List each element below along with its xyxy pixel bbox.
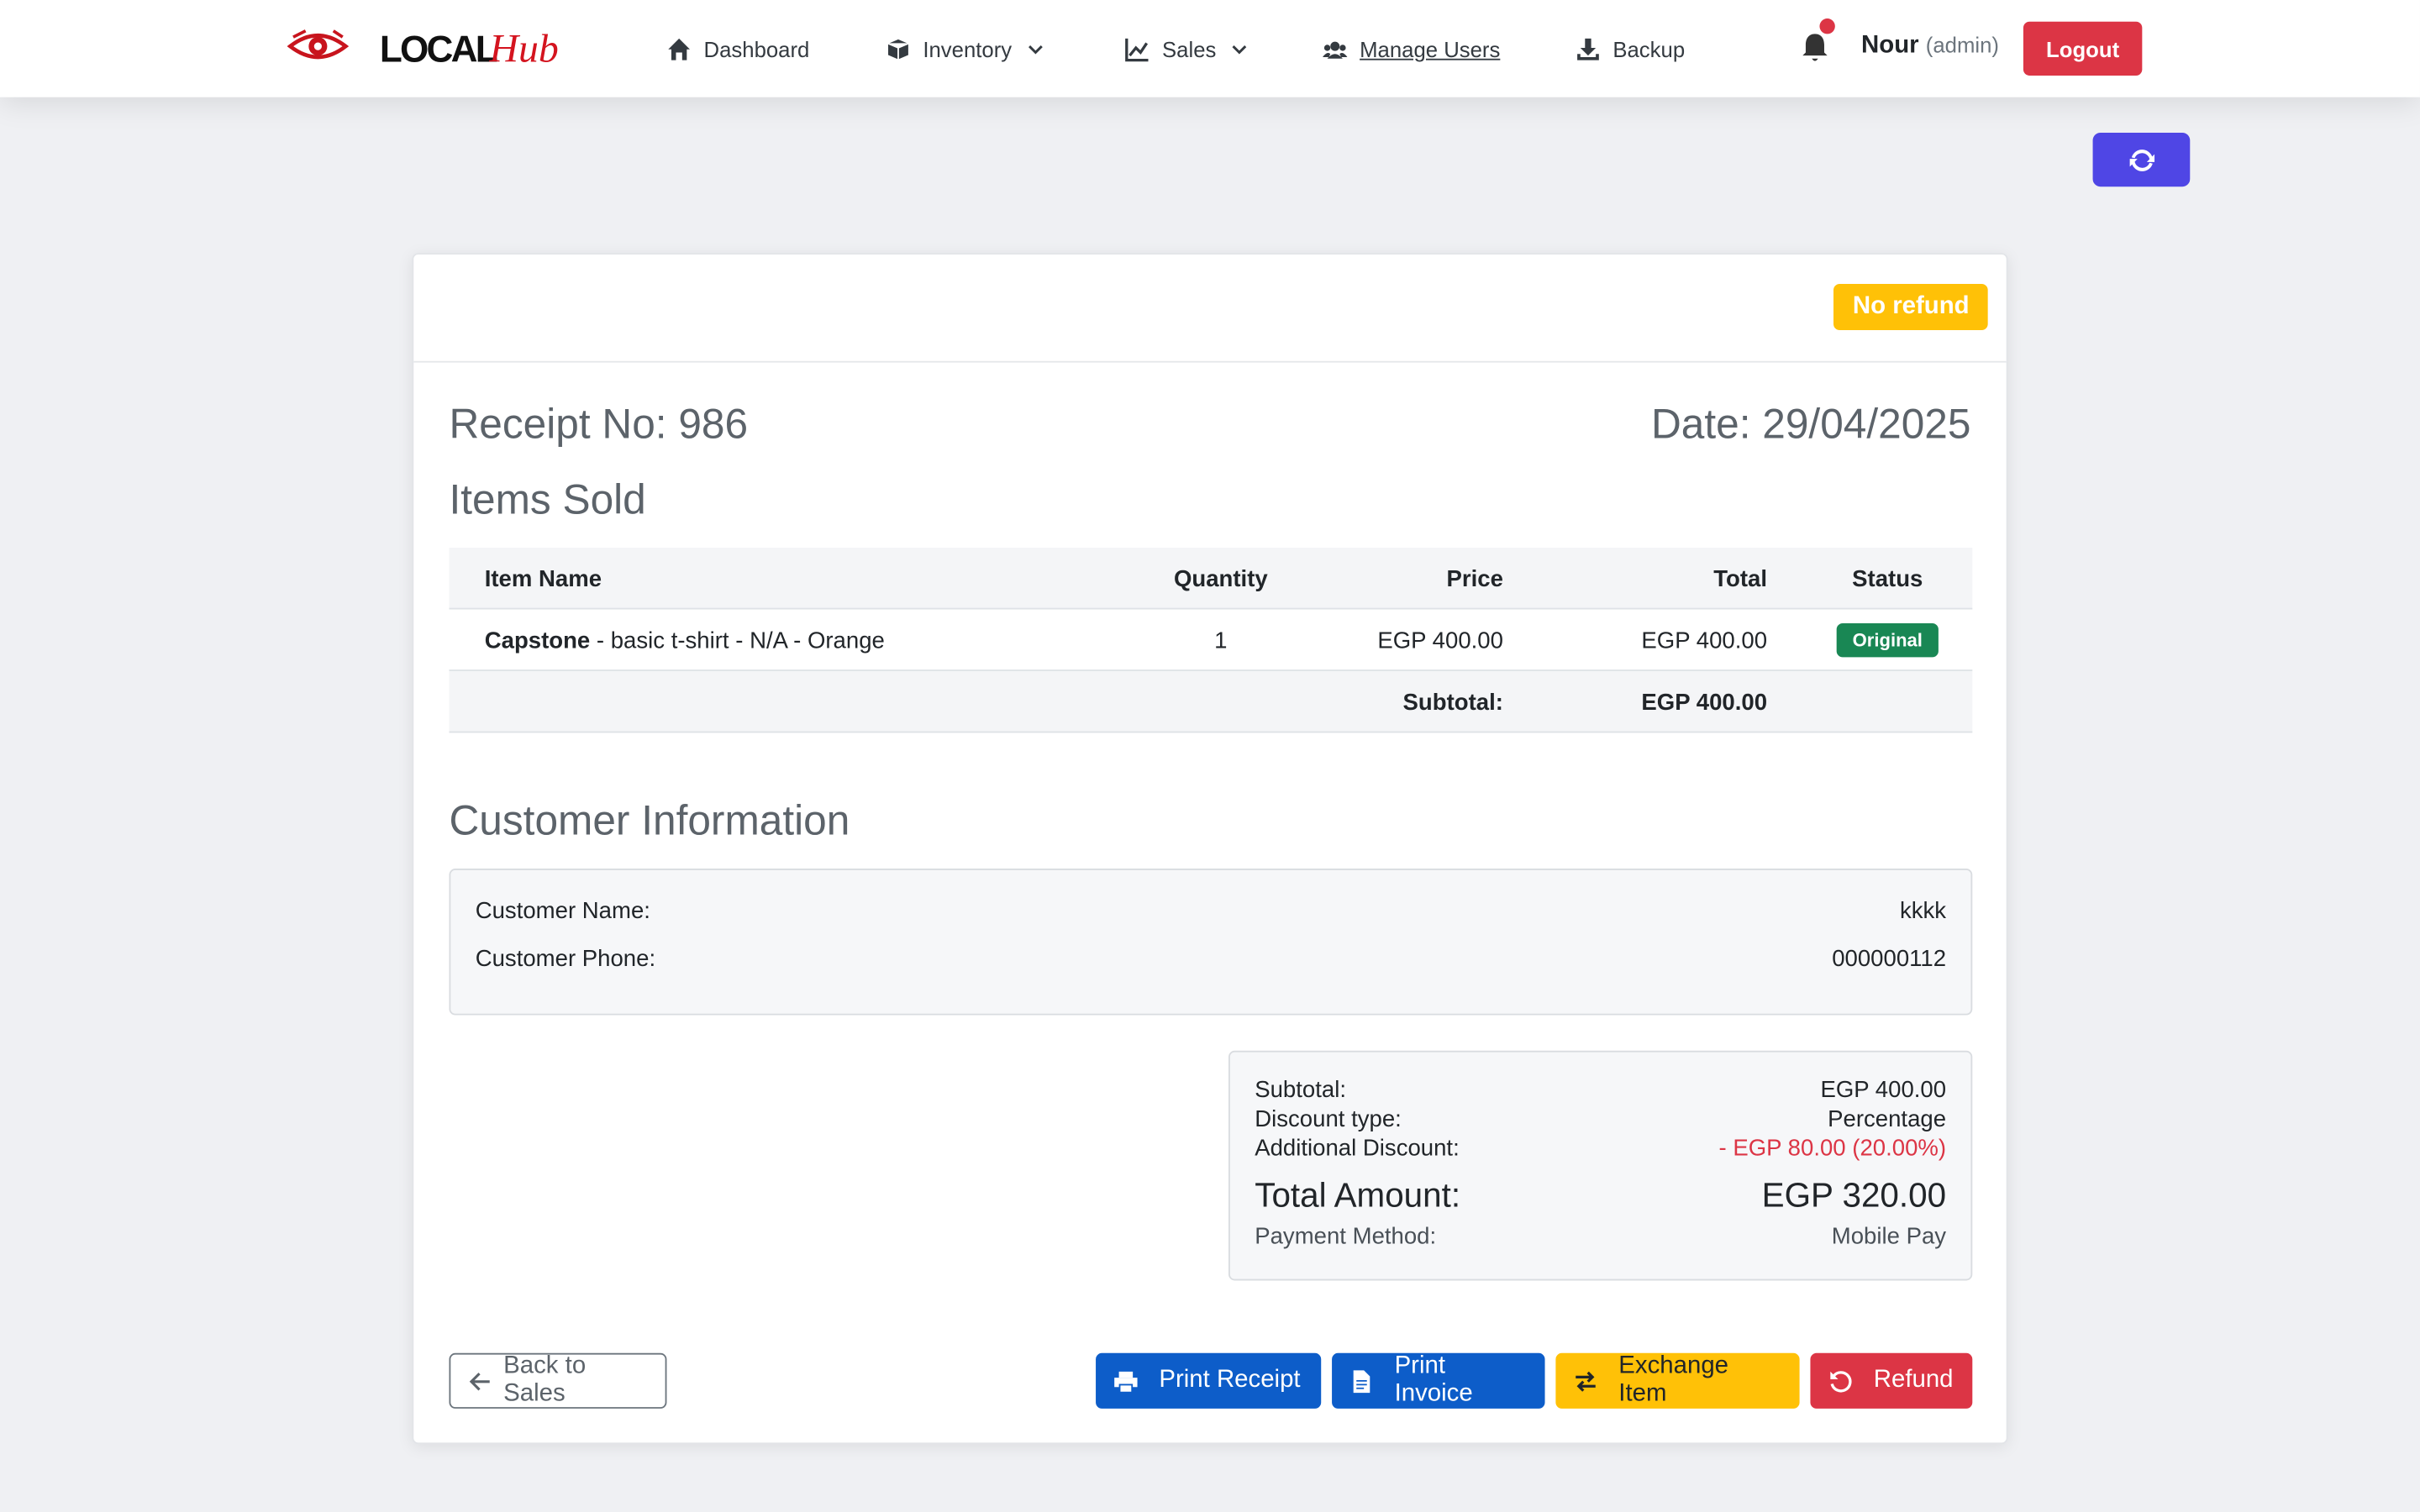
additional-discount-value: - EGP 80.00 (20.00%) — [1718, 1135, 1947, 1163]
print-receipt-button[interactable]: Print Receipt — [1096, 1352, 1322, 1409]
nav-sales-label: Sales — [1162, 37, 1217, 62]
receipt-number: Receipt No: 986 — [449, 401, 749, 448]
customer-name-row: Customer Name: kkkk — [476, 898, 1946, 924]
customer-phone-value: 000000112 — [1832, 945, 1947, 973]
receipt-date: Date: 29/04/2025 — [1650, 401, 1971, 448]
exchange-item-label: Exchange Item — [1618, 1352, 1729, 1408]
download-icon — [1577, 38, 1599, 60]
printer-icon — [1114, 1370, 1138, 1391]
boxes-icon — [886, 37, 910, 61]
discount-type-value: Percentage — [1828, 1105, 1947, 1133]
back-to-sales-button[interactable]: Back to Sales — [449, 1352, 667, 1409]
user-name: Nour — [1861, 32, 1919, 59]
user-role: (admin) — [1925, 32, 1999, 57]
refund-label: Refund — [1873, 1367, 1954, 1394]
col-price: Price — [1446, 565, 1503, 592]
col-status: Status — [1852, 565, 1923, 592]
back-to-sales-label: Back to Sales — [503, 1352, 587, 1408]
payment-method-value: Mobile Pay — [1831, 1223, 1947, 1250]
print-invoice-button[interactable]: Print Invoice — [1332, 1352, 1545, 1409]
exchange-item-button[interactable]: Exchange Item — [1555, 1352, 1800, 1409]
item-name-cell: Capstone - basic t-shirt - N/A - Orange — [485, 609, 885, 670]
summary-discount-row: Additional Discount: - EGP 80.00 (20.00%… — [1255, 1136, 1946, 1162]
eye-logo-icon — [287, 29, 350, 60]
nav-manage-users[interactable]: Manage Users — [1323, 34, 1500, 65]
card-header: No refund — [413, 255, 2007, 363]
nav-inventory-label: Inventory — [923, 37, 1013, 62]
customer-name-label: Customer Name: — [475, 897, 650, 925]
additional-discount-label: Additional Discount: — [1255, 1135, 1460, 1163]
item-quantity: 1 — [1214, 627, 1228, 654]
total-amount-label: Total Amount: — [1255, 1175, 1461, 1215]
discount-type-label: Discount type: — [1255, 1105, 1402, 1133]
nav-backup-label: Backup — [1612, 37, 1686, 62]
brand-logo[interactable]: LOCALHub — [287, 22, 559, 77]
refund-button[interactable]: Refund — [1810, 1352, 1973, 1409]
summary-total-row: Total Amount: EGP 320.00 — [1255, 1176, 1946, 1216]
table-row: Capstone - basic t-shirt - N/A - Orange … — [449, 609, 1973, 671]
item-total: EGP 400.00 — [1641, 627, 1768, 654]
nav-dashboard[interactable]: Dashboard — [666, 34, 809, 65]
top-navbar: LOCALHub Dashboard Inventory Sales Manag… — [0, 0, 2420, 97]
subtotal-label: Subtotal: — [1402, 689, 1503, 716]
item-status-badge: Original — [1837, 623, 1939, 658]
summary-discount-type-row: Discount type: Percentage — [1255, 1106, 1946, 1132]
customer-phone-label: Customer Phone: — [475, 945, 656, 973]
items-table: Item Name Quantity Price Total Status Ca… — [449, 548, 1973, 733]
total-amount-value: EGP 320.00 — [1761, 1175, 1947, 1215]
notifications-button[interactable] — [1801, 33, 1828, 64]
item-status-cell: Original — [1791, 609, 1983, 670]
notification-dot — [1819, 18, 1835, 34]
undo-icon — [1830, 1370, 1852, 1392]
logout-button[interactable]: Logout — [2023, 21, 2143, 76]
nav-manage-users-label: Manage Users — [1360, 37, 1501, 62]
refresh-icon — [2128, 149, 2154, 171]
customer-info-heading: Customer Information — [449, 797, 850, 844]
nav-backup[interactable]: Backup — [1576, 34, 1685, 65]
chevron-down-icon — [1232, 45, 1247, 55]
refund-status-badge: No refund — [1833, 283, 1988, 331]
col-item-name: Item Name — [484, 565, 602, 592]
item-price: EGP 400.00 — [1377, 627, 1503, 654]
file-invoice-icon — [1353, 1369, 1370, 1393]
exchange-icon — [1576, 1370, 1596, 1391]
bell-icon — [1802, 34, 1828, 61]
users-icon — [1323, 41, 1348, 59]
chevron-down-icon — [1028, 45, 1043, 55]
nav-sales[interactable]: Sales — [1125, 34, 1247, 65]
current-user: Nour (admin) — [1861, 33, 1999, 60]
customer-info-box: Customer Name: kkkk Customer Phone: 0000… — [449, 869, 1973, 1016]
brand-name: LOCALHub — [379, 26, 559, 71]
refresh-button[interactable] — [2092, 132, 2191, 187]
customer-phone-row: Customer Phone: 000000112 — [476, 946, 1946, 972]
item-brand: Capstone — [484, 627, 591, 654]
payment-method-label: Payment Method: — [1255, 1223, 1437, 1250]
nav-dashboard-label: Dashboard — [703, 37, 810, 62]
table-header-row: Item Name Quantity Price Total Status — [449, 548, 1973, 610]
chart-line-icon — [1125, 38, 1149, 62]
summary-subtotal-value: EGP 400.00 — [1820, 1077, 1947, 1104]
print-receipt-label: Print Receipt — [1159, 1367, 1301, 1394]
customer-name-value: kkkk — [1899, 897, 1947, 925]
items-sold-heading: Items Sold — [449, 476, 646, 523]
subtotal-value: EGP 400.00 — [1641, 689, 1768, 716]
item-description: - basic t-shirt - N/A - Orange — [590, 627, 885, 654]
col-quantity: Quantity — [1173, 565, 1268, 592]
summary-payment-row: Payment Method: Mobile Pay — [1255, 1224, 1946, 1250]
print-invoice-label: Print Invoice — [1394, 1352, 1473, 1408]
col-total: Total — [1713, 565, 1768, 592]
summary-subtotal-label: Subtotal: — [1255, 1077, 1347, 1104]
summary-subtotal-row: Subtotal: EGP 400.00 — [1255, 1077, 1946, 1103]
table-subtotal-row: Subtotal: EGP 400.00 — [449, 670, 1973, 733]
receipt-card: No refund Receipt No: 986 Date: 29/04/20… — [412, 253, 2008, 1445]
nav-inventory[interactable]: Inventory — [886, 34, 1043, 65]
home-icon — [668, 38, 691, 60]
payment-summary-box: Subtotal: EGP 400.00 Discount type: Perc… — [1228, 1050, 1973, 1281]
arrow-left-icon — [469, 1372, 490, 1390]
